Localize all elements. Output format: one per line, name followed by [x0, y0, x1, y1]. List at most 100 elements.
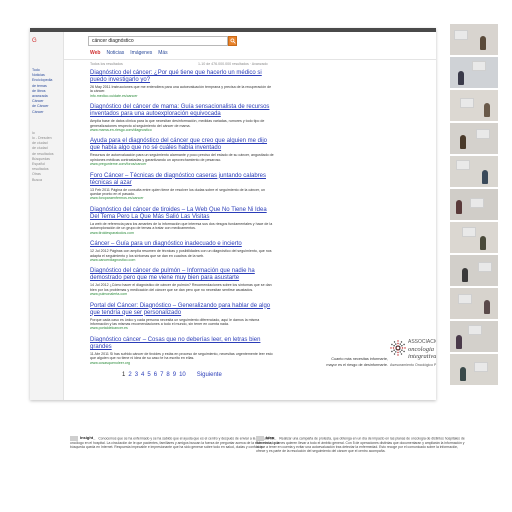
- brand-line-1: ASSOCIACIÓ: [408, 339, 436, 345]
- next-page-link[interactable]: Siguiente: [197, 372, 222, 378]
- result-url[interactable]: www.cancerdiagnostico.com: [90, 258, 274, 262]
- result-title-link[interactable]: Cáncer – Guía para un diagnóstico inadec…: [90, 241, 274, 248]
- search-result: Diagnóstico del cáncer: ¿Por qué tiene q…: [90, 70, 274, 98]
- photo-thumbnail[interactable]: [450, 123, 498, 154]
- search-button[interactable]: [228, 36, 237, 46]
- emblem-dot: [401, 349, 403, 351]
- tab-0[interactable]: Web: [90, 50, 100, 56]
- emblem-dot: [397, 342, 399, 345]
- thumbnail-scene: [450, 222, 498, 253]
- photo-thumbnail[interactable]: [450, 288, 498, 319]
- results-list: Diagnóstico del cáncer: ¿Por qué tiene q…: [90, 70, 274, 371]
- photo-thumbnail[interactable]: [450, 354, 498, 385]
- photo-thumbnail[interactable]: [450, 255, 498, 286]
- search-input[interactable]: cáncer diagnóstico: [88, 36, 228, 46]
- photo-thumbnail[interactable]: [450, 156, 498, 187]
- whiteboard-shape: [470, 198, 484, 208]
- result-snippet: Porque cada caso es único y cada persona…: [90, 317, 260, 326]
- page-link[interactable]: 3: [135, 372, 138, 378]
- person-figure: [460, 367, 466, 381]
- result-url[interactable]: www.portaldelcancer.es: [90, 326, 274, 330]
- left-sidebar: G Todo Noticias Enciclopedia de temas de lib…: [30, 32, 64, 400]
- result-title-link[interactable]: Ayuda para el diagnóstico del cáncer que…: [90, 138, 274, 152]
- tab-2[interactable]: Imágenes: [130, 50, 152, 56]
- page-link[interactable]: 4: [141, 372, 144, 378]
- idea-text: Realizar una campaña de protesta, que ob…: [256, 436, 465, 454]
- result-snippet: 11 Abr 2011 Si has sufrido cáncer de tir…: [90, 351, 273, 361]
- insight-label: Insight_: [80, 435, 96, 441]
- result-url[interactable]: www.pregunteme.com/foros/cancer: [90, 162, 274, 166]
- thumbnail-scene: [450, 57, 498, 88]
- whiteboard-shape: [478, 262, 492, 272]
- page-link[interactable]: 9: [173, 372, 176, 378]
- result-title-link[interactable]: Portal del Cáncer: Diagnóstico – General…: [90, 303, 274, 317]
- idea-note: Idea_ Realizar una campaña de protesta, q…: [256, 436, 466, 454]
- results-filter[interactable]: Todos los resultados: [90, 62, 123, 66]
- search-logo[interactable]: G: [30, 38, 63, 44]
- search-result: Diagnóstico del cáncer de tiroides – La …: [90, 207, 274, 235]
- photo-thumbnail[interactable]: [450, 189, 498, 220]
- result-url[interactable]: info.medico.cuidate.es/cancer: [90, 94, 274, 98]
- result-title-link[interactable]: Diagnóstico del cáncer: ¿Por qué tiene q…: [90, 70, 274, 84]
- person-figure: [484, 300, 490, 314]
- thumbnail-scene: [450, 288, 498, 319]
- emblem-dot: [391, 343, 393, 346]
- result-url[interactable]: www.pulmonalerta.com: [90, 292, 274, 296]
- result-title-link[interactable]: Diagnóstico del cáncer de pulmón – Infor…: [90, 268, 274, 282]
- result-title-link[interactable]: Foro Cáncer – Técnicas de diagnóstico ca…: [90, 173, 274, 187]
- whiteboard-shape: [472, 61, 486, 71]
- brand-line-3: integrativa: [408, 352, 436, 360]
- insight-note: Insight_ Conocemos que se ha enfermado y …: [70, 436, 280, 449]
- whiteboard-shape: [476, 129, 490, 139]
- page-link[interactable]: 2: [128, 372, 131, 378]
- search-result: Cáncer – Guía para un diagnóstico inadec…: [90, 241, 274, 262]
- pagination: 1 2 3 4 5 6 7 8 9 10 Siguiente: [122, 372, 222, 378]
- photo-thumbnail[interactable]: [450, 24, 498, 55]
- emblem-dot: [403, 343, 405, 346]
- caption-line-2: mayor es el riesgo de desinformarte.: [326, 363, 388, 367]
- photo-thumbnail[interactable]: [450, 321, 498, 352]
- photo-thumbnail[interactable]: [450, 57, 498, 88]
- page-link[interactable]: 7: [160, 372, 163, 378]
- emblem-dot: [397, 351, 399, 354]
- search-tabs: Web Noticias Imágenes Más: [90, 50, 168, 56]
- result-snippet: Amplia base de datos clínica para la que…: [90, 119, 265, 128]
- page-link[interactable]: 6: [154, 372, 157, 378]
- result-url[interactable]: www.foroparaenfermos.es/cancer: [90, 196, 274, 200]
- result-snippet: Recursos de autoevaluación para un segui…: [90, 153, 274, 162]
- sidebar-item-secondary[interactable]: Busca: [30, 178, 63, 183]
- person-figure: [458, 71, 464, 85]
- thumbnail-scene: [450, 321, 498, 352]
- search-result: Diagnóstico cáncer – Cosas que no deberí…: [90, 337, 274, 365]
- person-figure: [456, 335, 462, 349]
- emblem-dot: [400, 353, 403, 355]
- thumbnail-scene: [450, 90, 498, 121]
- whiteboard-shape: [456, 160, 470, 170]
- result-snippet: 12 Jul 2012 Páginas con amplia resumen d…: [90, 249, 272, 258]
- photo-thumbnail[interactable]: [450, 222, 498, 253]
- brand-block: ASSOCIACIÓ oncologia integrativa Asesora…: [390, 339, 436, 366]
- whiteboard-shape: [454, 30, 468, 40]
- result-url[interactable]: www.tiroidesparatodos.com: [90, 231, 274, 235]
- photo-thumbnail[interactable]: [450, 90, 498, 121]
- emblem-dot: [401, 347, 404, 349]
- result-title-link[interactable]: Diagnóstico del cáncer de tiroides – La …: [90, 207, 274, 221]
- whiteboard-shape: [468, 325, 482, 335]
- emblem-dot: [393, 349, 395, 351]
- tab-3[interactable]: Más: [158, 50, 167, 56]
- insight-text: Conocemos que se ha enfermado y se ha sa…: [70, 436, 280, 450]
- result-title-link[interactable]: Diagnóstico cáncer – Cosas que no deberí…: [90, 337, 274, 351]
- emblem-dot: [395, 351, 397, 353]
- page-link[interactable]: 8: [166, 372, 169, 378]
- result-url[interactable]: www.cosasquenoleer.org: [90, 361, 274, 365]
- result-url[interactable]: www.mama-en-riesgo.com/diagnostico: [90, 128, 274, 132]
- tab-1[interactable]: Noticias: [106, 50, 124, 56]
- emblem-dot: [399, 346, 401, 348]
- result-title-link[interactable]: Diagnóstico del cáncer de mama: Guía sen…: [90, 104, 274, 118]
- thumbnail-scene: [450, 156, 498, 187]
- page-link[interactable]: 10: [179, 372, 186, 378]
- emblem-dot: [399, 343, 401, 345]
- result-snippet: La web de referencia para los amantes de…: [90, 221, 273, 231]
- person-figure: [482, 170, 488, 184]
- page-link[interactable]: 5: [147, 372, 150, 378]
